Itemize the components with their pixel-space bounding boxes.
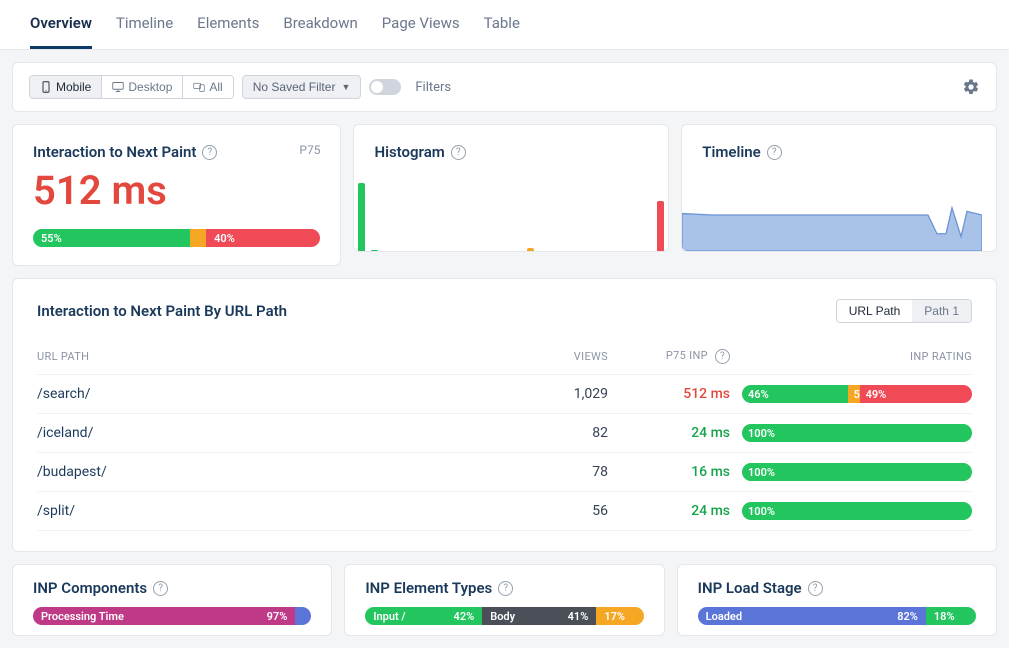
histogram-title: Histogram: [374, 143, 444, 161]
row-path: /budapest/: [37, 464, 486, 480]
table-row[interactable]: /search/1,029 512 ms 46%5%49%: [37, 375, 972, 414]
row-path: /iceland/: [37, 425, 486, 441]
device-mobile-label: Mobile: [56, 80, 91, 94]
help-icon[interactable]: ?: [498, 581, 513, 596]
p75-badge: P75: [299, 143, 320, 157]
col-inp-rating: INP RATING: [742, 350, 972, 363]
device-all-label: All: [209, 80, 222, 94]
histogram-bar: [358, 183, 365, 251]
inp-main-value: 512 ms: [33, 171, 320, 211]
row-inp: 16 ms: [620, 464, 730, 480]
tab-overview[interactable]: Overview: [30, 8, 92, 49]
timeline-card: Timeline ?: [681, 124, 997, 252]
help-icon[interactable]: ?: [767, 145, 782, 160]
row-rating-bar: 100%: [742, 502, 972, 520]
bottom-bar: Processing Time97%: [33, 607, 311, 625]
device-desktop-label: Desktop: [128, 80, 172, 94]
device-mobile[interactable]: Mobile: [30, 76, 101, 98]
url-table-title: Interaction to Next Paint By URL Path: [37, 302, 287, 320]
histogram-bar: [371, 250, 378, 251]
timeline-title: Timeline: [702, 143, 760, 161]
saved-filter-select[interactable]: No Saved Filter ▼: [242, 75, 362, 99]
tab-table[interactable]: Table: [484, 8, 520, 49]
seg-path-1[interactable]: Path 1: [912, 300, 971, 322]
histogram-bar: [527, 248, 534, 251]
url-seg: URL Path Path 1: [836, 299, 972, 323]
device-desktop[interactable]: Desktop: [101, 76, 182, 98]
tab-bar: Overview Timeline Elements Breakdown Pag…: [0, 0, 1009, 50]
row-rating-bar: 46%5%49%: [742, 385, 972, 403]
row-path: /search/: [37, 386, 486, 402]
tab-page-views[interactable]: Page Views: [382, 8, 460, 49]
histogram-bar: [657, 201, 664, 251]
table-row[interactable]: /split/56 24 ms 100%: [37, 492, 972, 531]
help-icon[interactable]: ?: [202, 145, 217, 160]
bottom-card: INP Element Types? Input /42%Body41%17%: [344, 564, 664, 636]
row-views: 56: [498, 503, 608, 519]
bottom-card-title: INP Components: [33, 579, 147, 597]
inp-main-card: Interaction to Next Paint ? P75 512 ms 5…: [12, 124, 341, 266]
col-p75-inp-label: P75 INP: [666, 349, 708, 362]
tab-breakdown[interactable]: Breakdown: [283, 8, 357, 49]
table-row[interactable]: /budapest/78 16 ms 100%: [37, 453, 972, 492]
bottom-card-title: INP Element Types: [365, 579, 492, 597]
seg-url-path[interactable]: URL Path: [837, 300, 913, 322]
row-views: 1,029: [498, 386, 608, 402]
inp-main-bar: 55%40%: [33, 229, 320, 247]
bottom-bar: Input /42%Body41%17%: [365, 607, 643, 625]
timeline-chart: [682, 179, 982, 251]
help-icon[interactable]: ?: [808, 581, 823, 596]
inp-url-table-card: Interaction to Next Paint By URL Path UR…: [12, 278, 997, 552]
help-icon[interactable]: ?: [153, 581, 168, 596]
row-rating-bar: 100%: [742, 424, 972, 442]
bottom-card: INP Load Stage? Loaded82%18%: [677, 564, 997, 636]
mobile-icon: [40, 81, 52, 93]
bottom-card: INP Components? Processing Time97%: [12, 564, 332, 636]
bottom-bar: Loaded82%18%: [698, 607, 976, 625]
device-all[interactable]: All: [182, 76, 232, 98]
col-url-path: URL PATH: [37, 350, 486, 363]
row-rating-bar: 100%: [742, 463, 972, 481]
filters-toggle[interactable]: [369, 79, 401, 95]
desktop-icon: [112, 81, 124, 93]
row-views: 78: [498, 464, 608, 480]
row-path: /split/: [37, 503, 486, 519]
table-row[interactable]: /iceland/82 24 ms 100%: [37, 414, 972, 453]
chevron-down-icon: ▼: [341, 82, 350, 92]
row-inp: 24 ms: [620, 503, 730, 519]
bottom-card-title: INP Load Stage: [698, 579, 802, 597]
help-icon[interactable]: ?: [451, 145, 466, 160]
inp-main-title: Interaction to Next Paint: [33, 143, 196, 161]
tab-timeline[interactable]: Timeline: [116, 8, 173, 49]
row-inp: 512 ms: [620, 386, 730, 402]
help-icon[interactable]: ?: [715, 349, 730, 364]
filters-label: Filters: [415, 80, 451, 95]
saved-filter-label: No Saved Filter: [253, 80, 336, 94]
dual-icon: [193, 81, 205, 93]
gear-icon[interactable]: [962, 78, 980, 96]
col-views: VIEWS: [498, 350, 608, 363]
row-views: 82: [498, 425, 608, 441]
histogram-card: Histogram ?: [353, 124, 669, 252]
row-inp: 24 ms: [620, 425, 730, 441]
histogram-chart: [354, 179, 668, 251]
device-segment: Mobile Desktop All: [29, 75, 234, 99]
tab-elements[interactable]: Elements: [197, 8, 259, 49]
filter-toolbar: Mobile Desktop All No Saved Filter ▼ Fil…: [12, 62, 997, 112]
col-p75-inp: P75 INP ?: [620, 349, 730, 364]
